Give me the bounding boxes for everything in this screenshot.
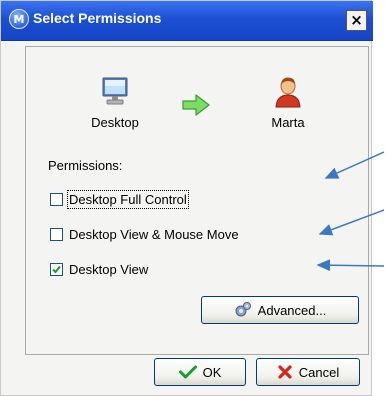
screen: M Select Permissions × Desktop Marta Per… — [0, 0, 386, 396]
computer-monitor-icon — [100, 76, 130, 111]
permission-label[interactable]: Desktop View & Mouse Move — [69, 227, 239, 242]
title-bar[interactable]: M Select Permissions × — [1, 1, 373, 41]
checkbox-view-mouse-move[interactable] — [50, 228, 63, 241]
permission-label[interactable]: Desktop Full Control — [67, 190, 189, 209]
permission-option-view-mouse-move[interactable]: Desktop View & Mouse Move — [50, 227, 239, 242]
permissions-heading: Permissions: — [48, 158, 123, 173]
arrow-right-icon — [182, 94, 210, 120]
ok-button-label: OK — [202, 364, 222, 380]
checkbox-view[interactable] — [50, 263, 63, 276]
advanced-button-label: Advanced... — [257, 302, 327, 318]
advanced-button[interactable]: Advanced... — [201, 296, 359, 324]
permission-label[interactable]: Desktop View — [69, 262, 148, 277]
dialog-title: Select Permissions — [33, 10, 162, 26]
check-mark-icon — [52, 265, 61, 274]
source-label: Desktop — [91, 115, 139, 130]
checkbox-full-control[interactable] — [50, 193, 63, 206]
cancel-button-label: Cancel — [298, 364, 340, 380]
source-endpoint: Desktop — [79, 76, 151, 130]
target-endpoint: Marta — [252, 76, 324, 130]
user-person-icon — [273, 76, 303, 111]
ok-button[interactable]: OK — [154, 358, 246, 386]
x-cancel-icon — [277, 364, 293, 380]
permission-option-view[interactable]: Desktop View — [50, 262, 148, 277]
check-icon — [178, 365, 197, 379]
app-logo-icon: M — [9, 9, 29, 29]
select-permissions-dialog: M Select Permissions × Desktop Marta Per… — [0, 0, 373, 396]
close-button[interactable]: × — [346, 10, 367, 31]
cancel-button[interactable]: Cancel — [256, 358, 360, 386]
permission-option-full-control[interactable]: Desktop Full Control — [50, 190, 189, 209]
target-label: Marta — [271, 115, 305, 130]
gear-settings-icon — [234, 301, 252, 319]
